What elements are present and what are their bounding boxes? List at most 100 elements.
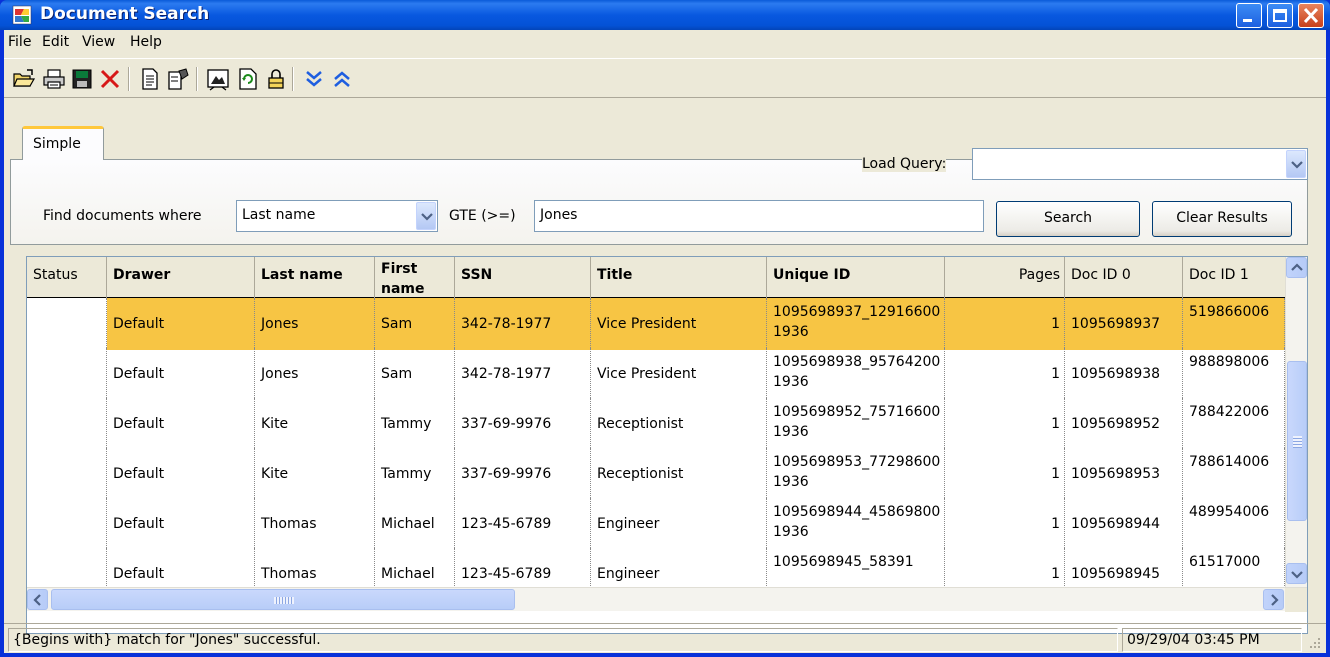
minimize-button[interactable]	[1236, 3, 1262, 28]
column-header-unique-id[interactable]: Unique ID	[767, 257, 945, 298]
menu-file[interactable]: File	[8, 34, 31, 50]
load-query-select[interactable]	[972, 148, 1308, 180]
cell-doc-id-1: 788422006	[1183, 398, 1285, 450]
scroll-left-button[interactable]	[27, 589, 48, 610]
cell-pages: 1	[945, 448, 1065, 500]
column-header-ssn[interactable]: SSN	[455, 257, 591, 298]
column-header-pages[interactable]: Pages	[945, 257, 1065, 298]
cell-unique-id: 1095698938_957642001936	[767, 348, 945, 400]
column-header-last-name[interactable]: Last name	[255, 257, 375, 298]
find-documents-label: Find documents where	[43, 208, 202, 224]
chevron-down-icon	[421, 213, 433, 221]
scroll-right-button[interactable]	[1263, 589, 1284, 610]
save-icon[interactable]	[70, 67, 94, 91]
scroll-corner	[1285, 588, 1307, 612]
title-bar[interactable]: Document Search	[0, 0, 1330, 30]
tab-simple[interactable]: Simple	[22, 126, 104, 160]
cell-doc-id-0: 1095698953	[1065, 448, 1183, 500]
cell-first-name: Sam	[375, 298, 455, 350]
field-select[interactable]: Last name	[236, 200, 438, 232]
load-query-dropdown-button[interactable]	[1286, 150, 1306, 178]
collapse-up-icon[interactable]	[330, 67, 354, 91]
refresh-icon[interactable]	[236, 67, 260, 91]
cell-last-name: Kite	[255, 448, 375, 500]
cell-doc-id-0: 1095698952	[1065, 398, 1183, 450]
column-header-drawer[interactable]: Drawer	[107, 257, 255, 298]
vertical-scroll-thumb[interactable]	[1287, 361, 1307, 521]
image-icon[interactable]	[206, 67, 230, 91]
app-icon	[12, 5, 32, 25]
properties-icon[interactable]	[166, 67, 190, 91]
cell-last-name: Kite	[255, 398, 375, 450]
cell-drawer: Default	[107, 498, 255, 550]
toolbar-separator	[292, 67, 294, 91]
cell-ssn: 337-69-9976	[455, 398, 591, 450]
cell-status	[27, 398, 107, 450]
menu-bar: File Edit View Help	[4, 30, 1326, 56]
grip	[274, 597, 294, 604]
field-select-value: Last name	[242, 207, 316, 223]
query-input[interactable]: Jones	[534, 200, 984, 232]
cell-unique-id: 1095698937_129166001936	[767, 298, 945, 350]
grid-header: Status Drawer Last name First name SSN T…	[27, 257, 1287, 298]
cell-unique-id: 1095698952_757166001936	[767, 398, 945, 450]
cell-title: Vice President	[591, 298, 767, 350]
column-header-doc-id-0[interactable]: Doc ID 0	[1065, 257, 1183, 298]
column-header-title[interactable]: Title	[591, 257, 767, 298]
column-header-status[interactable]: Status	[27, 257, 107, 298]
cell-first-name: Michael	[375, 498, 455, 550]
chevron-left-icon	[33, 594, 41, 606]
lock-icon[interactable]	[264, 67, 288, 91]
window: Document Search File Edit View Help Simp…	[0, 0, 1330, 657]
results-grid: Status Drawer Last name First name SSN T…	[26, 256, 1308, 634]
cell-status	[27, 298, 107, 350]
column-header-first-name[interactable]: First name	[375, 257, 455, 298]
cell-title: Engineer	[591, 498, 767, 550]
field-dropdown-button[interactable]	[416, 202, 436, 230]
menu-help[interactable]: Help	[130, 34, 162, 50]
status-datetime: 09/29/04 03:45 PM	[1122, 628, 1302, 652]
clear-results-button[interactable]: Clear Results	[1152, 201, 1292, 237]
table-row[interactable]: Default Thomas Michael 123-45-6789 Engineer 1…	[27, 498, 1285, 550]
document-icon[interactable]	[138, 67, 162, 91]
cell-doc-id-0: 1095698944	[1065, 498, 1183, 550]
cell-ssn: 123-45-6789	[455, 498, 591, 550]
grip	[1293, 436, 1302, 448]
load-query-label: Load Query:	[862, 156, 947, 172]
table-row[interactable]: Default Jones Sam 342-78-1977 Vice President…	[27, 298, 1285, 350]
horizontal-scrollbar[interactable]	[27, 587, 1307, 612]
table-row[interactable]: Default Kite Tammy 337-69-9976 Receptionist 1…	[27, 448, 1285, 500]
cell-doc-id-0: 1095698937	[1065, 298, 1183, 350]
scroll-down-button[interactable]	[1286, 563, 1307, 584]
maximize-button[interactable]	[1267, 3, 1293, 28]
chevron-up-icon	[1291, 263, 1303, 271]
chevron-down-icon	[1291, 161, 1303, 169]
close-button[interactable]	[1298, 3, 1324, 28]
cell-pages: 1	[945, 348, 1065, 400]
cell-pages: 1	[945, 498, 1065, 550]
horizontal-scroll-thumb[interactable]	[51, 589, 515, 610]
cell-drawer: Default	[107, 348, 255, 400]
print-icon[interactable]	[42, 67, 66, 91]
resize-grip-icon[interactable]	[1308, 636, 1322, 650]
column-header-doc-id-1[interactable]: Doc ID 1	[1183, 257, 1287, 298]
vertical-scrollbar[interactable]	[1285, 257, 1307, 591]
window-title: Document Search	[40, 4, 210, 24]
search-button[interactable]: Search	[996, 201, 1140, 237]
cell-ssn: 337-69-9976	[455, 448, 591, 500]
table-row[interactable]: Default Jones Sam 342-78-1977 Vice President…	[27, 348, 1285, 400]
table-row[interactable]: Default Kite Tammy 337-69-9976 Receptionist 1…	[27, 398, 1285, 450]
open-folder-icon[interactable]	[12, 67, 36, 91]
chevron-right-icon	[1271, 594, 1279, 606]
scroll-up-button[interactable]	[1286, 257, 1307, 278]
toolbar-separator	[128, 67, 130, 91]
cell-last-name: Jones	[255, 348, 375, 400]
cell-title: Receptionist	[591, 448, 767, 500]
expand-down-icon[interactable]	[302, 67, 326, 91]
cell-first-name: Tammy	[375, 398, 455, 450]
cell-first-name: Tammy	[375, 448, 455, 500]
delete-icon[interactable]	[98, 67, 122, 91]
cell-pages: 1	[945, 298, 1065, 350]
menu-view[interactable]: View	[82, 34, 115, 50]
menu-edit[interactable]: Edit	[42, 34, 69, 50]
